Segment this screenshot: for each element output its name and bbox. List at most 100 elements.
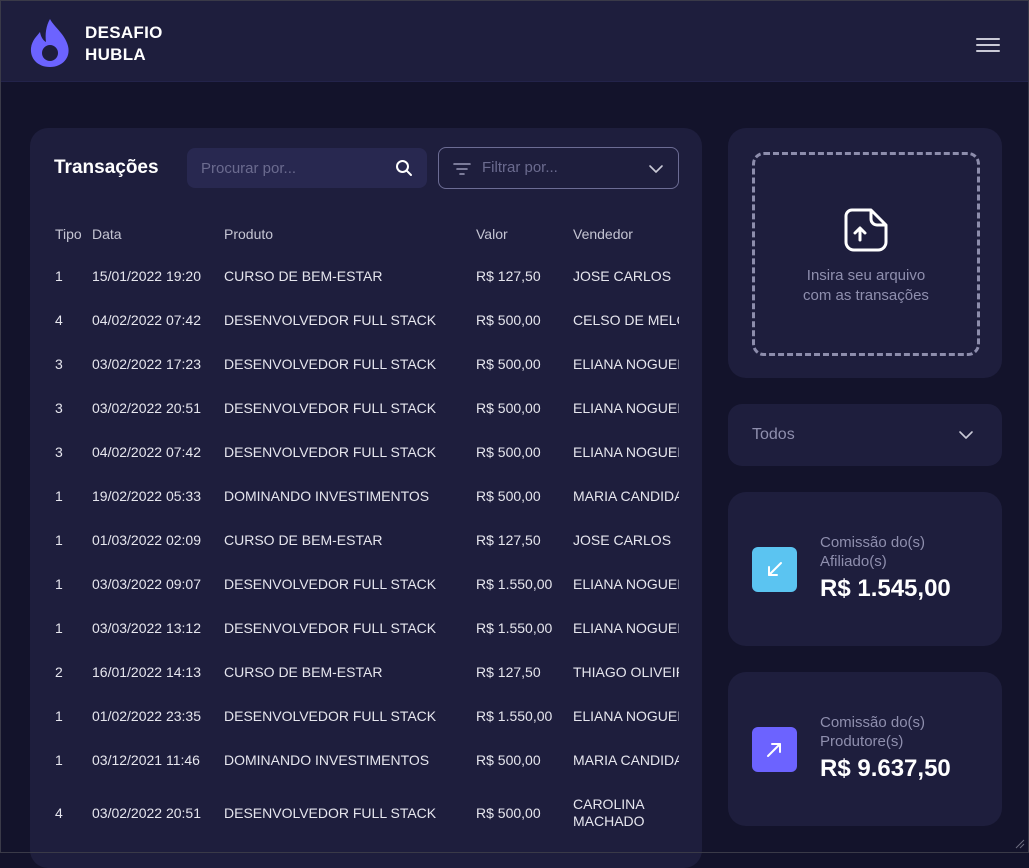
table-row: 3 03/02/2022 17:23 DESENVOLVEDOR FULL ST… bbox=[30, 342, 702, 386]
table-row: 3 04/02/2022 07:42 DESENVOLVEDOR FULL ST… bbox=[30, 430, 702, 474]
column-header-valor: Valor bbox=[476, 226, 508, 242]
cell-tipo: 1 bbox=[55, 576, 63, 592]
affiliates-badge bbox=[752, 547, 797, 592]
cell-tipo: 3 bbox=[55, 356, 63, 372]
cell-tipo: 1 bbox=[55, 268, 63, 284]
cell-produto: DOMINANDO INVESTIMENTOS bbox=[224, 752, 430, 768]
cell-tipo: 4 bbox=[55, 312, 63, 328]
filter-dropdown[interactable]: Filtrar por... bbox=[438, 147, 679, 189]
cell-tipo: 1 bbox=[55, 488, 63, 504]
cell-produto: DESENVOLVEDOR FULL STACK bbox=[224, 312, 437, 328]
cell-produto: DESENVOLVEDOR FULL STACK bbox=[224, 444, 437, 460]
transactions-card: Transações Filtrar por... Tipo Data Prod… bbox=[30, 128, 702, 868]
arrow-up-right-icon bbox=[767, 743, 781, 757]
producers-badge bbox=[752, 727, 797, 772]
cell-valor: R$ 500,00 bbox=[476, 356, 541, 372]
cell-data: 04/02/2022 07:42 bbox=[92, 312, 201, 328]
chevron-down-icon bbox=[649, 165, 663, 173]
table-row: 1 19/02/2022 05:33 DOMINANDO INVESTIMENT… bbox=[30, 474, 702, 518]
cell-valor: R$ 1.550,00 bbox=[476, 708, 553, 724]
cell-valor: R$ 1.550,00 bbox=[476, 576, 553, 592]
transactions-title: Transações bbox=[54, 157, 159, 178]
cell-valor: R$ 127,50 bbox=[476, 664, 541, 680]
cell-valor: R$ 127,50 bbox=[476, 532, 541, 548]
affiliates-commission-value: R$ 1.545,00 bbox=[820, 575, 951, 602]
table-row: 1 03/03/2022 09:07 DESENVOLVEDOR FULL ST… bbox=[30, 562, 702, 606]
cell-vendedor: JOSE CARLOS bbox=[573, 268, 672, 284]
cell-vendedor: MARIA CANDIDA bbox=[573, 488, 679, 504]
arrow-down-left-icon bbox=[768, 562, 782, 576]
cell-data: 16/01/2022 14:13 bbox=[92, 664, 201, 680]
label-line-2: Produtore(s) bbox=[820, 733, 904, 750]
upload-file-icon bbox=[844, 208, 888, 252]
search-input[interactable] bbox=[187, 148, 391, 188]
cell-tipo: 3 bbox=[55, 444, 63, 460]
cell-data: 04/02/2022 07:42 bbox=[92, 444, 201, 460]
cell-valor: R$ 1.550,00 bbox=[476, 620, 553, 636]
cell-data: 03/02/2022 20:51 bbox=[92, 805, 201, 821]
brand-line-2: HUBLA bbox=[85, 45, 146, 64]
affiliates-commission-card: Comissão do(s) Afiliado(s) R$ 1.545,00 bbox=[728, 492, 1002, 646]
label-line-1: Comissão do(s) bbox=[820, 714, 926, 731]
column-header-vendedor: Vendedor bbox=[573, 226, 633, 242]
cell-valor: R$ 127,50 bbox=[476, 268, 541, 284]
file-dropzone[interactable]: Insira seu arquivo com as transações bbox=[752, 152, 980, 356]
cell-produto: CURSO DE BEM-ESTAR bbox=[224, 532, 383, 548]
cell-produto: DESENVOLVEDOR FULL STACK bbox=[224, 356, 437, 372]
hamburger-menu-icon[interactable] bbox=[974, 35, 1002, 55]
upload-card: Insira seu arquivo com as transações bbox=[728, 128, 1002, 378]
cell-produto: DESENVOLVEDOR FULL STACK bbox=[224, 620, 437, 636]
cell-vendedor: JOSE CARLOS bbox=[573, 532, 672, 548]
cell-data: 15/01/2022 19:20 bbox=[92, 268, 201, 284]
filter-icon bbox=[453, 163, 471, 175]
brand-name[interactable]: DESAFIO HUBLA bbox=[85, 22, 163, 66]
producers-commission-value: R$ 9.637,50 bbox=[820, 755, 951, 782]
cell-data: 03/02/2022 17:23 bbox=[92, 356, 201, 372]
table-row: 2 16/01/2022 14:13 CURSO DE BEM-ESTAR R$… bbox=[30, 650, 702, 694]
cell-vendedor: ELIANA NOGUEIRA bbox=[573, 444, 679, 460]
column-header-produto: Produto bbox=[224, 226, 274, 242]
table-row: 4 03/02/2022 20:51 DESENVOLVEDOR FULL ST… bbox=[30, 782, 702, 842]
table-row: 1 03/12/2021 11:46 DOMINANDO INVESTIMENT… bbox=[30, 738, 702, 782]
table-row: 1 01/03/2022 02:09 CURSO DE BEM-ESTAR R$… bbox=[30, 518, 702, 562]
search-icon[interactable] bbox=[395, 159, 413, 177]
label-line-2: Afiliado(s) bbox=[820, 553, 887, 570]
table-row: 4 04/02/2022 07:42 DESENVOLVEDOR FULL ST… bbox=[30, 298, 702, 342]
cell-tipo: 1 bbox=[55, 708, 63, 724]
table-row: 3 03/02/2022 20:51 DESENVOLVEDOR FULL ST… bbox=[30, 386, 702, 430]
flame-icon bbox=[30, 19, 69, 67]
cell-data: 03/03/2022 13:12 bbox=[92, 620, 201, 636]
upload-instructions: Insira seu arquivo com as transações bbox=[755, 266, 977, 306]
producers-commission-card: Comissão do(s) Produtore(s) R$ 9.637,50 bbox=[728, 672, 1002, 826]
cell-vendedor: MARIA CANDIDA bbox=[573, 752, 679, 768]
resize-grip-icon[interactable] bbox=[1013, 837, 1025, 849]
cell-vendedor: ELIANA NOGUEIRA bbox=[573, 400, 679, 416]
cell-vendedor: ELIANA NOGUEIRA bbox=[573, 576, 679, 592]
table-row: 1 03/03/2022 13:12 DESENVOLVEDOR FULL ST… bbox=[30, 606, 702, 650]
app-header: DESAFIO HUBLA bbox=[1, 1, 1028, 82]
cell-produto: DOMINANDO INVESTIMENTOS bbox=[224, 488, 430, 504]
filter-placeholder: Filtrar por... bbox=[482, 159, 558, 176]
cell-valor: R$ 500,00 bbox=[476, 312, 541, 328]
table-row: 1 01/02/2022 23:35 DESENVOLVEDOR FULL ST… bbox=[30, 694, 702, 738]
cell-vendedor: CAROLINA MACHADO bbox=[573, 796, 645, 829]
cell-vendedor: ELIANA NOGUEIRA bbox=[573, 708, 679, 724]
cell-data: 03/03/2022 09:07 bbox=[92, 576, 201, 592]
cell-valor: R$ 500,00 bbox=[476, 752, 541, 768]
cell-data: 01/03/2022 02:09 bbox=[92, 532, 201, 548]
cell-tipo: 1 bbox=[55, 752, 63, 768]
search-box bbox=[187, 148, 427, 188]
column-header-data: Data bbox=[92, 226, 122, 242]
commission-filter-select[interactable]: Todos bbox=[728, 404, 1002, 466]
cell-produto: DESENVOLVEDOR FULL STACK bbox=[224, 400, 437, 416]
cell-tipo: 3 bbox=[55, 400, 63, 416]
cell-tipo: 4 bbox=[55, 805, 63, 821]
cell-valor: R$ 500,00 bbox=[476, 400, 541, 416]
cell-vendedor: THIAGO OLIVEIRA bbox=[573, 664, 679, 680]
cell-produto: DESENVOLVEDOR FULL STACK bbox=[224, 708, 437, 724]
cell-valor: R$ 500,00 bbox=[476, 805, 541, 821]
cell-produto: DESENVOLVEDOR FULL STACK bbox=[224, 576, 437, 592]
affiliates-commission-label: Comissão do(s) Afiliado(s) bbox=[820, 533, 990, 571]
cell-tipo: 1 bbox=[55, 620, 63, 636]
cell-produto: CURSO DE BEM-ESTAR bbox=[224, 664, 383, 680]
